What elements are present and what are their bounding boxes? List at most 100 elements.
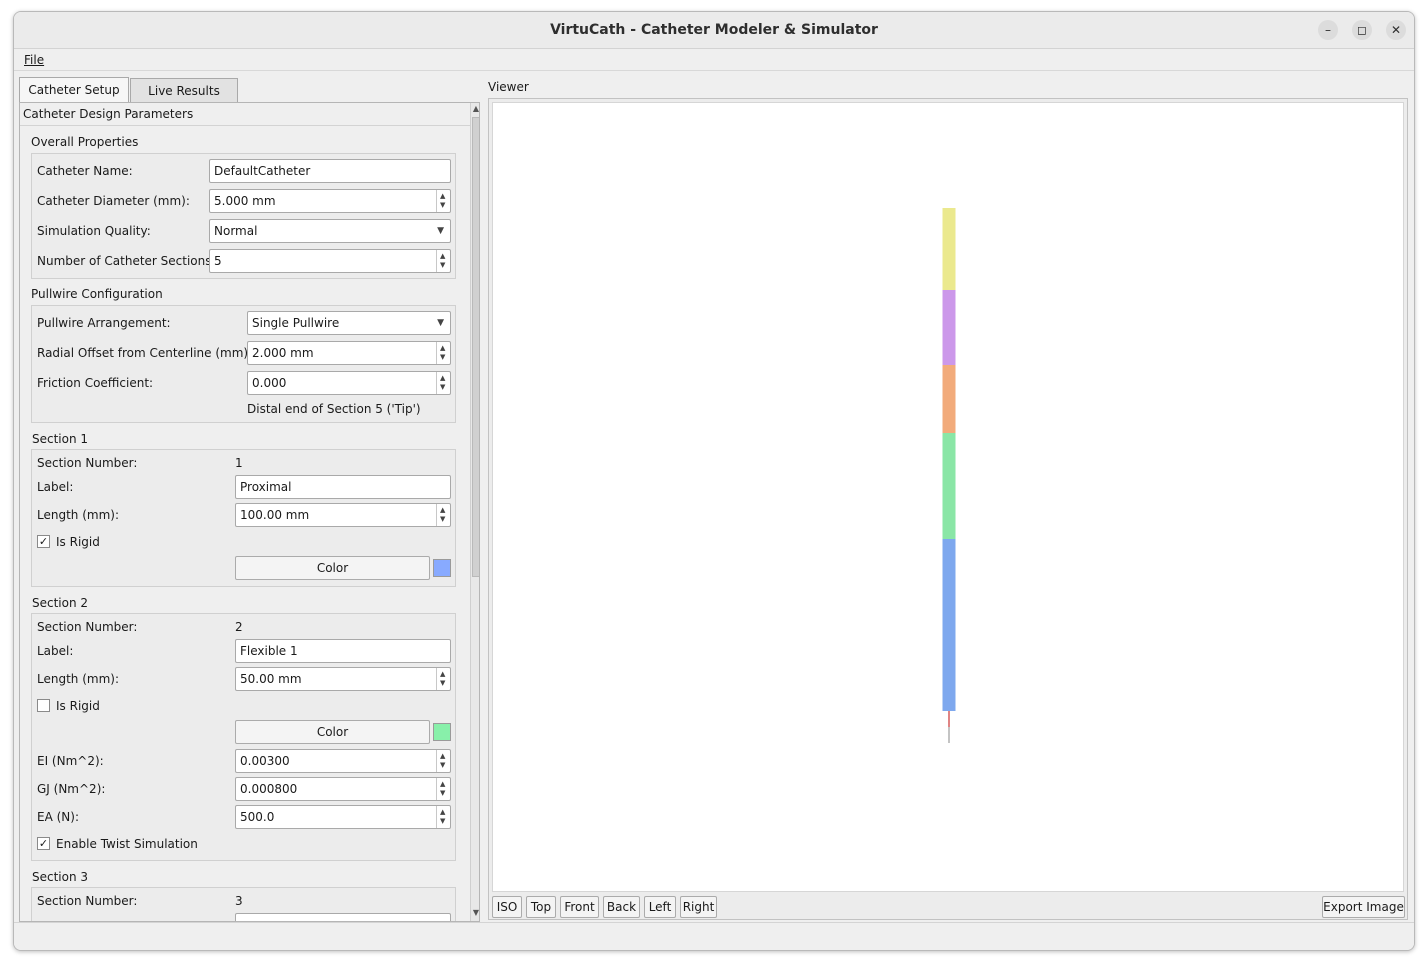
section2-label-label: Label: (37, 644, 74, 658)
section3-number-value: 3 (235, 894, 243, 908)
export-image-button[interactable]: Export Image (1322, 896, 1405, 918)
chevron-down-icon: ▼ (437, 226, 444, 236)
section1-number-label: Section Number: (37, 456, 138, 470)
design-params-heading: Catheter Design Parameters (23, 107, 194, 121)
catheter-segment (942, 365, 956, 433)
catheter-segment (942, 539, 956, 711)
section2-color-swatch (433, 723, 451, 741)
view-back-button[interactable]: Back (603, 896, 640, 918)
catheter-segment (942, 290, 956, 365)
viewer-panel: ISO Top Front Back Left Right Export Ima… (488, 98, 1408, 920)
chevron-down-icon: ▼ (437, 318, 444, 328)
view-front-button[interactable]: Front (560, 896, 599, 918)
section2-label-input[interactable]: Flexible 1 (235, 639, 451, 663)
section2-ei-value: 0.00300 (240, 754, 290, 768)
section2-twist-checkbox[interactable]: ✓ (37, 837, 50, 850)
section1-rigid-label: Is Rigid (56, 535, 100, 549)
simulation-quality-value: Normal (214, 224, 258, 238)
pullwire-arrangement-select[interactable]: Single Pullwire ▼ (247, 311, 451, 335)
tab-live-results[interactable]: Live Results (130, 78, 238, 103)
spin-arrows-icon[interactable]: ▲ ▼ (436, 372, 450, 394)
section2-ei-spinbox[interactable]: 0.00300 ▲ ▼ (235, 749, 451, 773)
view-left-button[interactable]: Left (644, 896, 676, 918)
catheter-diameter-spinbox[interactable]: 5.000 mm ▲ ▼ (209, 189, 451, 213)
section1-number-value: 1 (235, 456, 243, 470)
section3-number-label: Section Number: (37, 894, 138, 908)
close-icon[interactable]: ✕ (1386, 20, 1406, 40)
setup-scroll-area: Catheter Design Parameters Overall Prope… (19, 102, 480, 922)
friction-coefficient-spinbox[interactable]: 0.000 ▲ ▼ (247, 371, 451, 395)
spin-arrows-icon[interactable]: ▲ ▼ (436, 750, 450, 772)
simulation-quality-select[interactable]: Normal ▼ (209, 219, 451, 243)
section2-gj-label: GJ (Nm^2): (37, 782, 106, 796)
section1-rigid-checkbox[interactable]: ✓ (37, 535, 50, 548)
section1-length-spinbox[interactable]: 100.00 mm ▲ ▼ (235, 503, 451, 527)
section2-gj-value: 0.000800 (240, 782, 298, 796)
view-iso-button[interactable]: ISO (492, 896, 522, 918)
num-sections-value: 5 (214, 254, 222, 268)
view-right-button[interactable]: Right (680, 896, 717, 918)
viewer-title: Viewer (488, 80, 529, 94)
checkmark-icon: ✓ (38, 837, 49, 850)
radial-offset-label: Radial Offset from Centerline (mm): (37, 346, 253, 360)
section1-length-label: Length (mm): (37, 508, 119, 522)
pullwire-config-title: Pullwire Configuration (31, 287, 163, 301)
status-bar (14, 922, 1414, 950)
section1-label-input[interactable]: Proximal (235, 475, 451, 499)
section1-color-button[interactable]: Color (235, 556, 430, 580)
catheter-segment (942, 208, 956, 290)
radial-offset-value: 2.000 mm (252, 346, 314, 360)
section2-color-button[interactable]: Color (235, 720, 430, 744)
section2-number-label: Section Number: (37, 620, 138, 634)
section2-length-spinbox[interactable]: 50.00 mm ▲ ▼ (235, 667, 451, 691)
section1-color-swatch (433, 559, 451, 577)
view-top-button[interactable]: Top (526, 896, 556, 918)
section2-length-label: Length (mm): (37, 672, 119, 686)
num-sections-label: Number of Catheter Sections: (37, 254, 216, 268)
spin-arrows-icon[interactable]: ▲ ▼ (436, 504, 450, 526)
section2-ea-label: EA (N): (37, 810, 79, 824)
section2-gj-spinbox[interactable]: 0.000800 ▲ ▼ (235, 777, 451, 801)
scroll-down-icon[interactable]: ▼ (471, 907, 479, 919)
catheter-model (942, 208, 956, 743)
overall-properties-title: Overall Properties (31, 135, 139, 149)
scroll-up-icon[interactable]: ▲ (471, 103, 479, 115)
num-sections-spinbox[interactable]: 5 ▲ ▼ (209, 249, 451, 273)
catheter-segment (942, 433, 956, 539)
radial-offset-spinbox[interactable]: 2.000 mm ▲ ▼ (247, 341, 451, 365)
pullwire-arrangement-value: Single Pullwire (252, 316, 340, 330)
menu-file[interactable]: File (24, 53, 44, 67)
window-title: VirtuCath - Catheter Modeler & Simulator (550, 22, 878, 38)
section2-rigid-checkbox[interactable] (37, 699, 50, 712)
friction-coefficient-value: 0.000 (252, 376, 287, 390)
spin-arrows-icon[interactable]: ▲ ▼ (436, 250, 450, 272)
section2-ea-value: 500.0 (240, 810, 275, 824)
tab-catheter-setup[interactable]: Catheter Setup (19, 77, 129, 103)
catheter-name-input[interactable]: DefaultCatheter (209, 159, 451, 183)
spin-arrows-icon[interactable]: ▲ ▼ (436, 778, 450, 800)
section2-title: Section 2 (32, 596, 89, 610)
simulation-quality-label: Simulation Quality: (37, 224, 151, 238)
section2-rigid-label: Is Rigid (56, 699, 100, 713)
checkmark-icon: ✓ (38, 535, 49, 548)
spin-arrows-icon[interactable]: ▲ ▼ (436, 190, 450, 212)
section3-label-input[interactable] (235, 913, 451, 921)
divider (20, 125, 470, 126)
scrollbar-thumb[interactable] (472, 117, 479, 577)
title-bar: VirtuCath - Catheter Modeler & Simulator… (14, 12, 1414, 49)
section2-length-value: 50.00 mm (240, 672, 302, 686)
minimize-icon[interactable]: – (1318, 20, 1338, 40)
section1-title: Section 1 (32, 432, 89, 446)
3d-viewport[interactable] (492, 102, 1404, 892)
section1-length-value: 100.00 mm (240, 508, 310, 522)
setup-scrollbar[interactable]: ▲ ▼ (470, 103, 479, 921)
spin-arrows-icon[interactable]: ▲ ▼ (436, 342, 450, 364)
section2-ea-spinbox[interactable]: 500.0 ▲ ▼ (235, 805, 451, 829)
maximize-icon[interactable]: ◻ (1352, 20, 1372, 40)
spin-arrows-icon[interactable]: ▲ ▼ (436, 668, 450, 690)
app-window: VirtuCath - Catheter Modeler & Simulator… (13, 11, 1415, 951)
section2-twist-label: Enable Twist Simulation (56, 837, 198, 851)
spin-arrows-icon[interactable]: ▲ ▼ (436, 806, 450, 828)
catheter-diameter-value: 5.000 mm (214, 194, 276, 208)
catheter-render (942, 208, 956, 743)
